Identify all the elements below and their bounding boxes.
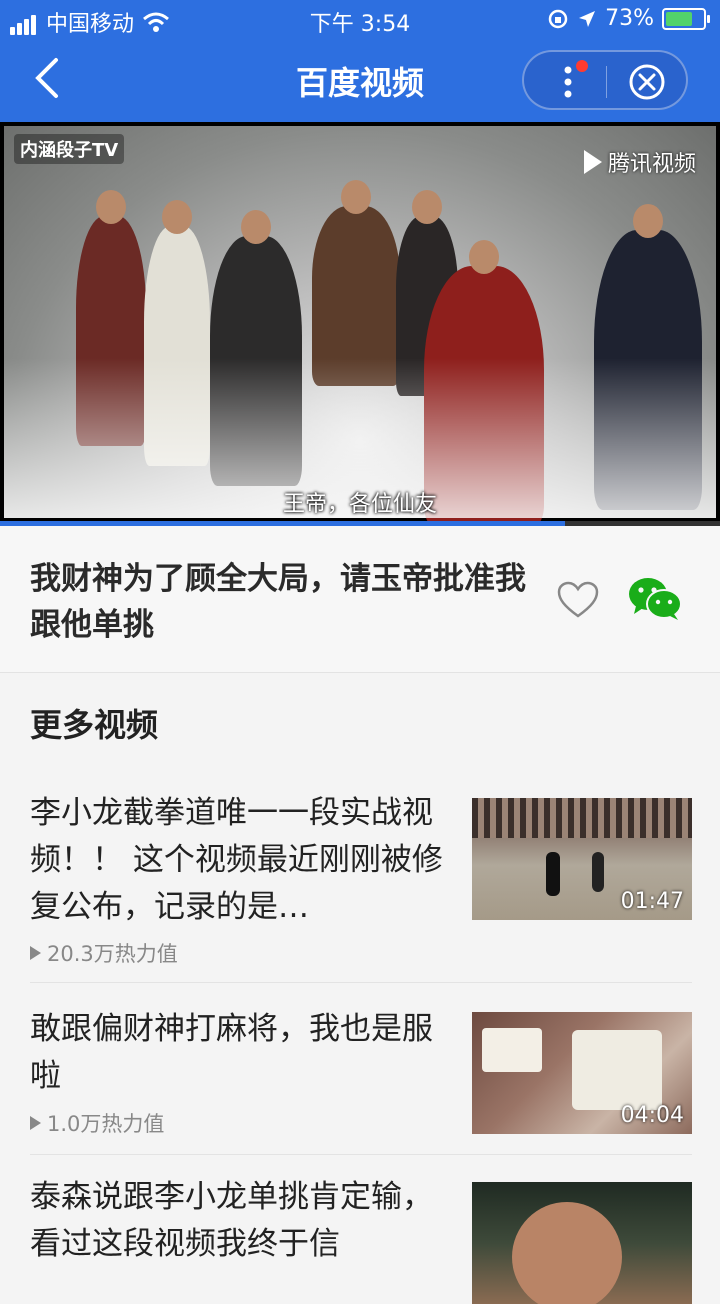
more-icon[interactable] [558,64,578,100]
list-item[interactable]: 泰森说跟李小龙单挑肯定输，看过这段视频我终于信 [30,1174,692,1304]
list-item[interactable]: 李小龙截拳道唯一一段实战视频！！ 这个视频最近刚刚被修复公布，记录的是… 20.… [30,790,692,984]
list-item-title: 李小龙截拳道唯一一段实战视频！！ 这个视频最近刚刚被修复公布，记录的是… [30,795,443,925]
list-item-title: 敢跟偏财神打麻将，我也是服啦 [30,1011,433,1094]
list-item-duration: 04:04 [620,1103,684,1128]
video-info: 我财神为了顾全大局，请玉帝批准我跟他单挑 [0,526,720,673]
close-icon[interactable] [628,63,666,101]
location-icon [579,10,596,27]
watermark-left: 内涵段子TV [14,134,125,164]
video-player[interactable]: 内涵段子TV 腾讯视频 王帝，各位仙友 [0,122,720,526]
more-videos-heading: 更多视频 [30,706,159,744]
list-item-meta: 20.3万热力值 [30,938,178,968]
wechat-share-icon[interactable] [628,576,682,622]
list-divider [30,1154,692,1155]
top-bar: 中国移动 下午 3:54 73% 百度视频 [0,0,720,122]
battery-icon [662,7,710,30]
tencent-video-logo-icon [583,150,602,174]
video-frame [4,126,716,526]
play-count-icon [30,946,41,960]
orientation-lock-icon [548,9,568,28]
list-item-duration: 01:47 [620,889,684,914]
list-item-views: 20.3万热力值 [47,942,178,966]
status-bar: 中国移动 下午 3:54 73% [0,0,720,38]
capsule-divider [606,66,607,98]
notification-dot [576,60,588,72]
play-count-icon [30,1116,41,1130]
watermark-right-label: 腾讯视频 [607,152,696,177]
list-item-views: 1.0万热力值 [47,1112,165,1136]
list-item-thumbnail: 04:04 [472,1012,692,1134]
list-item-title: 泰森说跟李小龙单挑肯定输，看过这段视频我终于信 [30,1179,433,1262]
mini-program-capsule [522,50,688,110]
list-divider [30,982,692,983]
list-item[interactable]: 敢跟偏财神打麻将，我也是服啦 1.0万热力值 04:04 [30,1006,692,1156]
list-item-thumbnail [472,1182,692,1304]
watermark-right: 腾讯视频 [583,146,696,178]
list-item-meta: 1.0万热力值 [30,1108,164,1138]
heart-icon[interactable] [556,580,600,620]
video-subtitle: 王帝，各位仙友 [282,492,437,517]
nav-bar: 百度视频 [0,38,720,122]
battery-percent: 73% [605,6,654,31]
list-item-thumbnail: 01:47 [472,798,692,920]
video-title: 我财神为了顾全大局，请玉帝批准我跟他单挑 [30,561,526,643]
